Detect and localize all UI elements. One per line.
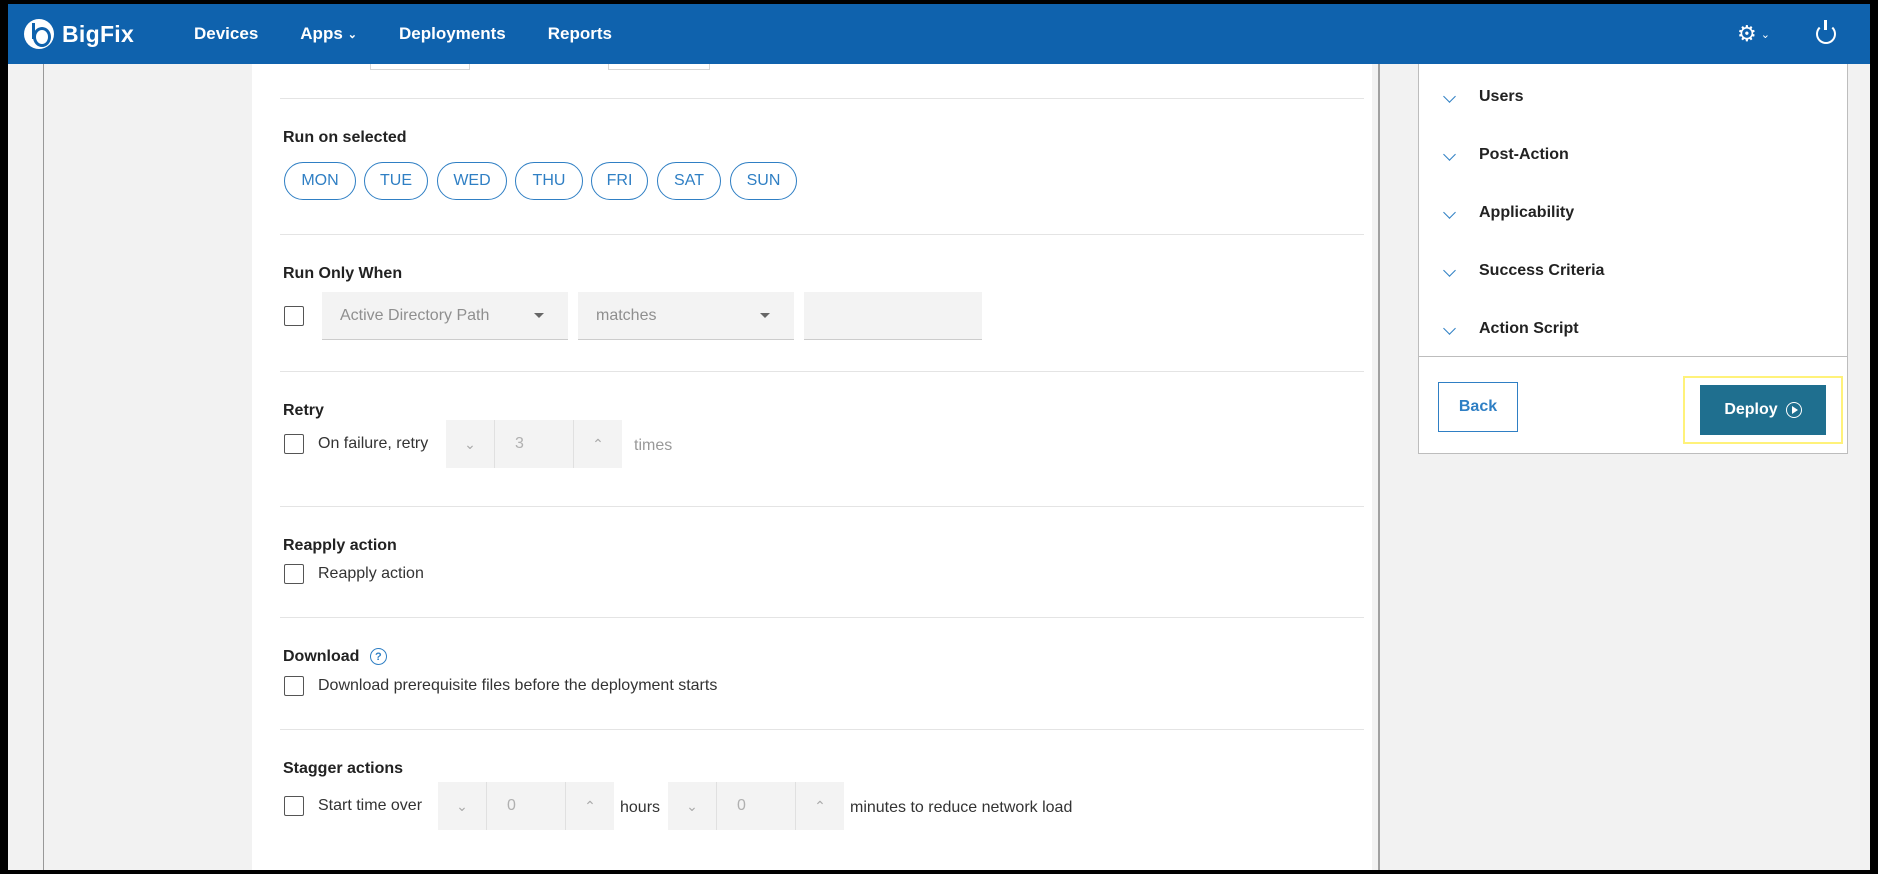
caret-down-icon (760, 313, 770, 318)
settings-chevron-down-icon[interactable]: ⌄ (1761, 28, 1770, 41)
day-toggle-wed[interactable]: WED (437, 162, 507, 200)
brand-name: BigFix (62, 20, 135, 47)
app-frame: BigFix Devices Apps ⌄ Deployments Report… (8, 4, 1870, 870)
nav-devices-label: Devices (194, 24, 259, 43)
day-toggle-sat[interactable]: SAT (657, 162, 721, 200)
section-divider (280, 234, 1364, 235)
download-checkbox[interactable] (284, 676, 304, 696)
reapply-title: Reapply action (283, 537, 397, 554)
hours-unit-label: hours (620, 799, 661, 816)
chevron-down-icon (1443, 90, 1456, 103)
accordion-success-criteria-label: Success Criteria (1479, 262, 1605, 279)
decrement-button[interactable]: ⌄ (668, 782, 716, 830)
accordion-applicability[interactable]: Applicability (1419, 184, 1847, 242)
chevron-down-icon (1443, 148, 1456, 161)
deploy-button[interactable]: Deploy (1700, 385, 1826, 435)
nav-reports-label: Reports (547, 24, 612, 43)
day-toggle-mon[interactable]: MON (284, 162, 356, 200)
retry-checkbox-label: On failure, retry (318, 435, 429, 452)
day-toggle-sun[interactable]: SUN (730, 162, 797, 200)
nav-deployments[interactable]: Deployments (399, 24, 506, 44)
stagger-minutes-stepper: ⌄ 0 ⌃ (668, 782, 844, 830)
retry-title: Retry (283, 402, 324, 419)
accordion-post-action-label: Post-Action (1479, 146, 1569, 163)
nav-deployments-label: Deployments (399, 24, 506, 43)
cutoff-field (608, 64, 710, 70)
run-only-when-checkbox[interactable] (284, 306, 304, 326)
stagger-minutes-input[interactable]: 0 (716, 782, 796, 830)
condition-value-input[interactable] (804, 292, 982, 340)
brand-logo[interactable]: BigFix (24, 19, 194, 49)
day-toggle-fri[interactable]: FRI (591, 162, 648, 200)
deploy-button-label: Deploy (1724, 401, 1778, 418)
retry-unit-label: times (634, 437, 673, 454)
condition-operator-value: matches (596, 306, 657, 324)
increment-button[interactable]: ⌃ (566, 782, 614, 830)
accordion-post-action[interactable]: Post-Action (1419, 126, 1847, 184)
stagger-title: Stagger actions (283, 760, 404, 777)
gear-icon[interactable]: ⚙ (1737, 21, 1757, 47)
chevron-down-icon (1443, 322, 1456, 335)
section-divider (280, 371, 1364, 372)
increment-button[interactable]: ⌃ (796, 782, 844, 830)
chevron-down-icon: ⌄ (347, 28, 357, 41)
panel-divider (1419, 356, 1847, 357)
accordion-users[interactable]: Users (1419, 68, 1847, 126)
back-button[interactable]: Back (1438, 382, 1518, 432)
increment-button[interactable]: ⌃ (574, 420, 622, 468)
power-icon[interactable] (1816, 20, 1836, 44)
accordion-users-label: Users (1479, 88, 1524, 105)
condition-operator-select[interactable]: matches (578, 292, 794, 340)
cutoff-field (370, 64, 470, 70)
section-divider (280, 729, 1364, 730)
help-icon[interactable]: ? (369, 648, 387, 666)
run-only-when-title: Run Only When (283, 265, 403, 282)
top-navigation-bar: BigFix Devices Apps ⌄ Deployments Report… (8, 4, 1870, 64)
chevron-down-icon (1443, 206, 1456, 219)
decrement-button[interactable]: ⌄ (438, 782, 486, 830)
condition-property-select[interactable]: Active Directory Path (322, 292, 568, 340)
download-checkbox-label: Download prerequisite files before the d… (318, 677, 718, 694)
section-divider (280, 506, 1364, 507)
section-divider (280, 98, 1364, 99)
condition-property-value: Active Directory Path (340, 306, 490, 324)
stagger-checkbox[interactable] (284, 796, 304, 816)
accordion-action-script[interactable]: Action Script (1419, 300, 1847, 358)
day-toggle-thu[interactable]: THU (515, 162, 583, 200)
accordion-applicability-label: Applicability (1479, 204, 1575, 221)
left-divider-line (43, 64, 44, 870)
chevron-down-icon (1443, 264, 1456, 277)
nav-reports[interactable]: Reports (548, 24, 612, 44)
retry-count-input[interactable]: 3 (494, 420, 574, 468)
caret-down-icon (534, 313, 544, 318)
reapply-checkbox[interactable] (284, 564, 304, 584)
retry-checkbox[interactable] (284, 434, 304, 454)
bigfix-logo-icon (24, 19, 54, 49)
deployment-options-form: Run on selected MON TUE WED THU FRI SAT … (252, 64, 1372, 870)
stagger-hours-input[interactable]: 0 (486, 782, 566, 830)
nav-right-controls: ⚙ ⌄ (1737, 20, 1870, 47)
retry-count-stepper: ⌄ 3 ⌃ (446, 420, 622, 468)
nav-devices[interactable]: Devices (194, 24, 258, 44)
deploy-highlight: Deploy (1683, 376, 1843, 444)
play-circle-icon (1785, 402, 1802, 418)
decrement-button[interactable]: ⌄ (446, 420, 494, 468)
accordion-success-criteria[interactable]: Success Criteria (1419, 242, 1847, 300)
day-toggle-tue[interactable]: TUE (364, 162, 428, 200)
nav-apps[interactable]: Apps ⌄ (300, 24, 357, 44)
stagger-checkbox-label: Start time over (318, 797, 423, 814)
reapply-checkbox-label: Reapply action (318, 565, 424, 582)
nav-apps-label: Apps (300, 24, 343, 43)
stagger-hours-stepper: ⌄ 0 ⌃ (438, 782, 614, 830)
accordion-action-script-label: Action Script (1479, 320, 1579, 337)
run-on-selected-title: Run on selected (283, 129, 407, 146)
download-title-text: Download (283, 648, 360, 665)
deployment-sections-panel: Users Post-Action Applicability Success … (1418, 64, 1848, 454)
download-title: Download ? (283, 648, 387, 666)
section-divider (280, 617, 1364, 618)
minutes-unit-label: minutes to reduce network load (850, 799, 1073, 816)
